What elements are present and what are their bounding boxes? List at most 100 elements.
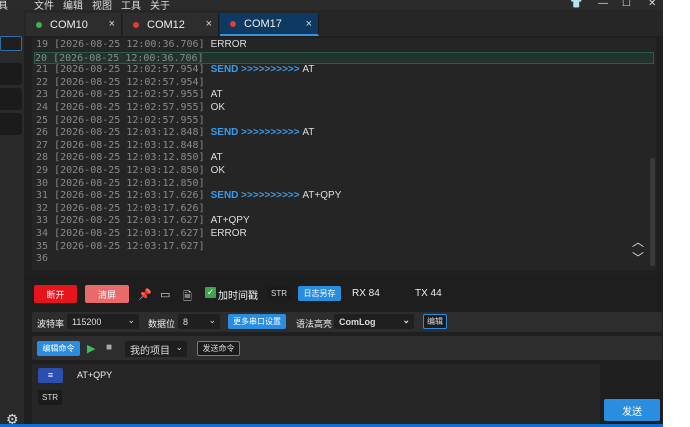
log-line: 33 [2026-08-25 12:03:17.627] AT+QPY bbox=[36, 215, 250, 228]
timestamp: [2026-08-25 12:02:57.955] bbox=[54, 102, 205, 113]
stop-icon[interactable]: ■ bbox=[106, 342, 112, 353]
folder-icon[interactable]: ▭ bbox=[160, 288, 170, 301]
baud-select[interactable]: 115200 ⌄ bbox=[67, 314, 139, 329]
line-number: 33 bbox=[36, 215, 49, 227]
file-search-icon[interactable]: 🗎 bbox=[183, 288, 192, 307]
line-number: 25 bbox=[36, 114, 49, 126]
timestamp: [2026-08-25 12:03:17.627] bbox=[54, 240, 205, 252]
disconnect-button[interactable]: 断开 bbox=[34, 285, 77, 303]
pin-icon[interactable]: 📌 bbox=[138, 288, 152, 301]
send-command-button[interactable]: 发送命令 bbox=[197, 341, 240, 356]
project-value: 我的项目 bbox=[130, 345, 170, 357]
syntax-highlight-label: 语法高亮 bbox=[296, 319, 333, 329]
str-format-button[interactable]: STR bbox=[267, 286, 291, 301]
timestamp: [2026-08-25 12:03:12.850] bbox=[54, 152, 205, 164]
log-line: 31 [2026-08-25 12:03:17.626] SEND >>>>>>… bbox=[36, 190, 341, 203]
log-line: 34 [2026-08-25 12:03:17.627] ERROR bbox=[36, 228, 247, 241]
timestamp: [2026-08-25 12:03:17.627] bbox=[54, 215, 205, 227]
databits-label: 数据位 bbox=[148, 319, 176, 329]
play-icon[interactable]: ▶ bbox=[87, 342, 95, 355]
save-log-button[interactable]: 日志另存 bbox=[298, 286, 341, 301]
syntax-value: ComLog bbox=[339, 316, 376, 327]
clear-button[interactable]: 清屏 bbox=[85, 285, 129, 303]
scroll-bottom-chevron-icon[interactable]: ﹀ bbox=[632, 249, 644, 266]
line-number: 35 bbox=[36, 240, 49, 252]
close-window-icon[interactable]: ✕ bbox=[648, 0, 656, 9]
send-marker: SEND >>>>>>>>>> bbox=[210, 127, 303, 139]
tab-close-icon[interactable]: × bbox=[306, 18, 312, 30]
tab-com10[interactable]: COM10 × bbox=[26, 13, 122, 36]
sidebar-item-2[interactable] bbox=[0, 63, 22, 85]
databits-select[interactable]: 8 ⌄ bbox=[178, 314, 220, 329]
timestamp: [2026-08-25 12:00:36.706] bbox=[53, 52, 204, 64]
log-line: 35 [2026-08-25 12:03:17.627] bbox=[36, 241, 205, 254]
line-number: 34 bbox=[36, 228, 49, 239]
timestamp: [2026-08-25 12:02:57.955] bbox=[54, 89, 205, 101]
databits-value: 8 bbox=[183, 316, 189, 327]
timestamp: [2026-08-25 12:03:12.850] bbox=[54, 177, 205, 189]
tab-com17[interactable]: COM17 × bbox=[220, 13, 319, 36]
status-dot-icon bbox=[133, 21, 139, 28]
line-number: 29 bbox=[36, 165, 49, 176]
log-line: 27 [2026-08-25 12:03:12.848] bbox=[36, 140, 205, 153]
log-text: OK bbox=[210, 165, 226, 176]
tab-close-icon[interactable]: × bbox=[206, 18, 212, 30]
chevron-down-icon: ⌄ bbox=[175, 342, 183, 352]
input-str-button[interactable]: STR bbox=[38, 390, 62, 405]
sidebar-item-1[interactable] bbox=[0, 36, 22, 51]
sidebar-item-3[interactable] bbox=[0, 88, 22, 110]
left-sidebar: ⚙ bbox=[0, 10, 24, 427]
log-line: 30 [2026-08-25 12:03:12.850] bbox=[36, 178, 205, 191]
line-number: 24 bbox=[36, 102, 49, 113]
chevron-down-icon: ⌄ bbox=[127, 315, 135, 325]
send-input-text[interactable]: AT+QPY bbox=[77, 370, 112, 380]
log-text: ERROR bbox=[210, 228, 247, 239]
timestamp: [2026-08-25 12:00:36.706] bbox=[54, 39, 205, 50]
app-window: 具 文件 编辑 视图 工具 关于 👕 — ☐ ✕ ⚙ COM10 × COM12… bbox=[0, 0, 690, 427]
log-text: AT bbox=[302, 64, 315, 76]
maximize-icon[interactable]: ☐ bbox=[622, 0, 631, 9]
rx-counter: RX 84 bbox=[352, 288, 380, 299]
log-text: OK bbox=[210, 102, 226, 113]
timestamp-checkbox[interactable]: ✓ bbox=[205, 287, 216, 298]
baud-value: 115200 bbox=[72, 316, 102, 327]
sidebar-item-4[interactable] bbox=[0, 113, 22, 135]
chevron-down-icon: ⌄ bbox=[402, 315, 410, 325]
line-number: 27 bbox=[36, 139, 49, 151]
send-input-area[interactable] bbox=[32, 364, 600, 427]
tab-close-icon[interactable]: × bbox=[109, 18, 115, 30]
tab-label: COM10 bbox=[50, 18, 88, 31]
send-button[interactable]: 发送 bbox=[604, 399, 660, 421]
log-line: 20 [2026-08-25 12:00:36.706] bbox=[34, 51, 654, 65]
edit-commands-button[interactable]: 编辑命令 bbox=[37, 341, 80, 356]
log-scrollbar[interactable] bbox=[650, 158, 655, 266]
log-output[interactable]: 19 [2026-08-25 12:00:36.706] ERROR 20 [20… bbox=[32, 38, 656, 270]
timestamp: [2026-08-25 12:02:57.954] bbox=[54, 64, 205, 76]
line-number: 31 bbox=[36, 190, 49, 202]
syntax-select[interactable]: ComLog ⌄ bbox=[334, 314, 414, 329]
timestamp: [2026-08-25 12:03:12.848] bbox=[54, 127, 205, 139]
line-number: 36 bbox=[36, 253, 49, 265]
line-number: 21 bbox=[36, 64, 49, 76]
log-line: 28 [2026-08-25 12:03:12.850] AT bbox=[36, 152, 223, 165]
line-number: 28 bbox=[36, 152, 49, 164]
minimize-icon[interactable]: — bbox=[598, 0, 608, 9]
tab-com12[interactable]: COM12 × bbox=[123, 13, 219, 36]
tab-bar: COM10 × COM12 × COM17 × bbox=[24, 10, 663, 36]
baud-label: 波特率 bbox=[37, 319, 65, 329]
log-line: 36 bbox=[36, 253, 48, 266]
scroll-top-chevron-icon[interactable]: ︿ bbox=[632, 233, 644, 250]
format-lines-icon[interactable]: ≡ bbox=[38, 368, 63, 383]
more-serial-settings-button[interactable]: 更多串口设置 bbox=[228, 314, 286, 329]
theme-shirt-icon[interactable]: 👕 bbox=[570, 0, 582, 9]
log-line: 32 [2026-08-25 12:03:17.626] bbox=[36, 203, 205, 216]
edit-syntax-button[interactable]: 编辑 bbox=[423, 314, 447, 329]
send-marker: SEND >>>>>>>>>> bbox=[210, 64, 303, 76]
project-select[interactable]: 我的项目 ⌄ bbox=[125, 341, 187, 357]
timestamp: [2026-08-25 12:03:17.626] bbox=[54, 190, 205, 202]
log-text: ERROR bbox=[210, 39, 247, 50]
log-text: AT+QPY bbox=[210, 215, 250, 227]
log-line: 22 [2026-08-25 12:02:57.954] bbox=[36, 77, 205, 90]
window-edge bbox=[663, 0, 690, 427]
log-line: 24 [2026-08-25 12:02:57.955] OK bbox=[36, 102, 225, 115]
